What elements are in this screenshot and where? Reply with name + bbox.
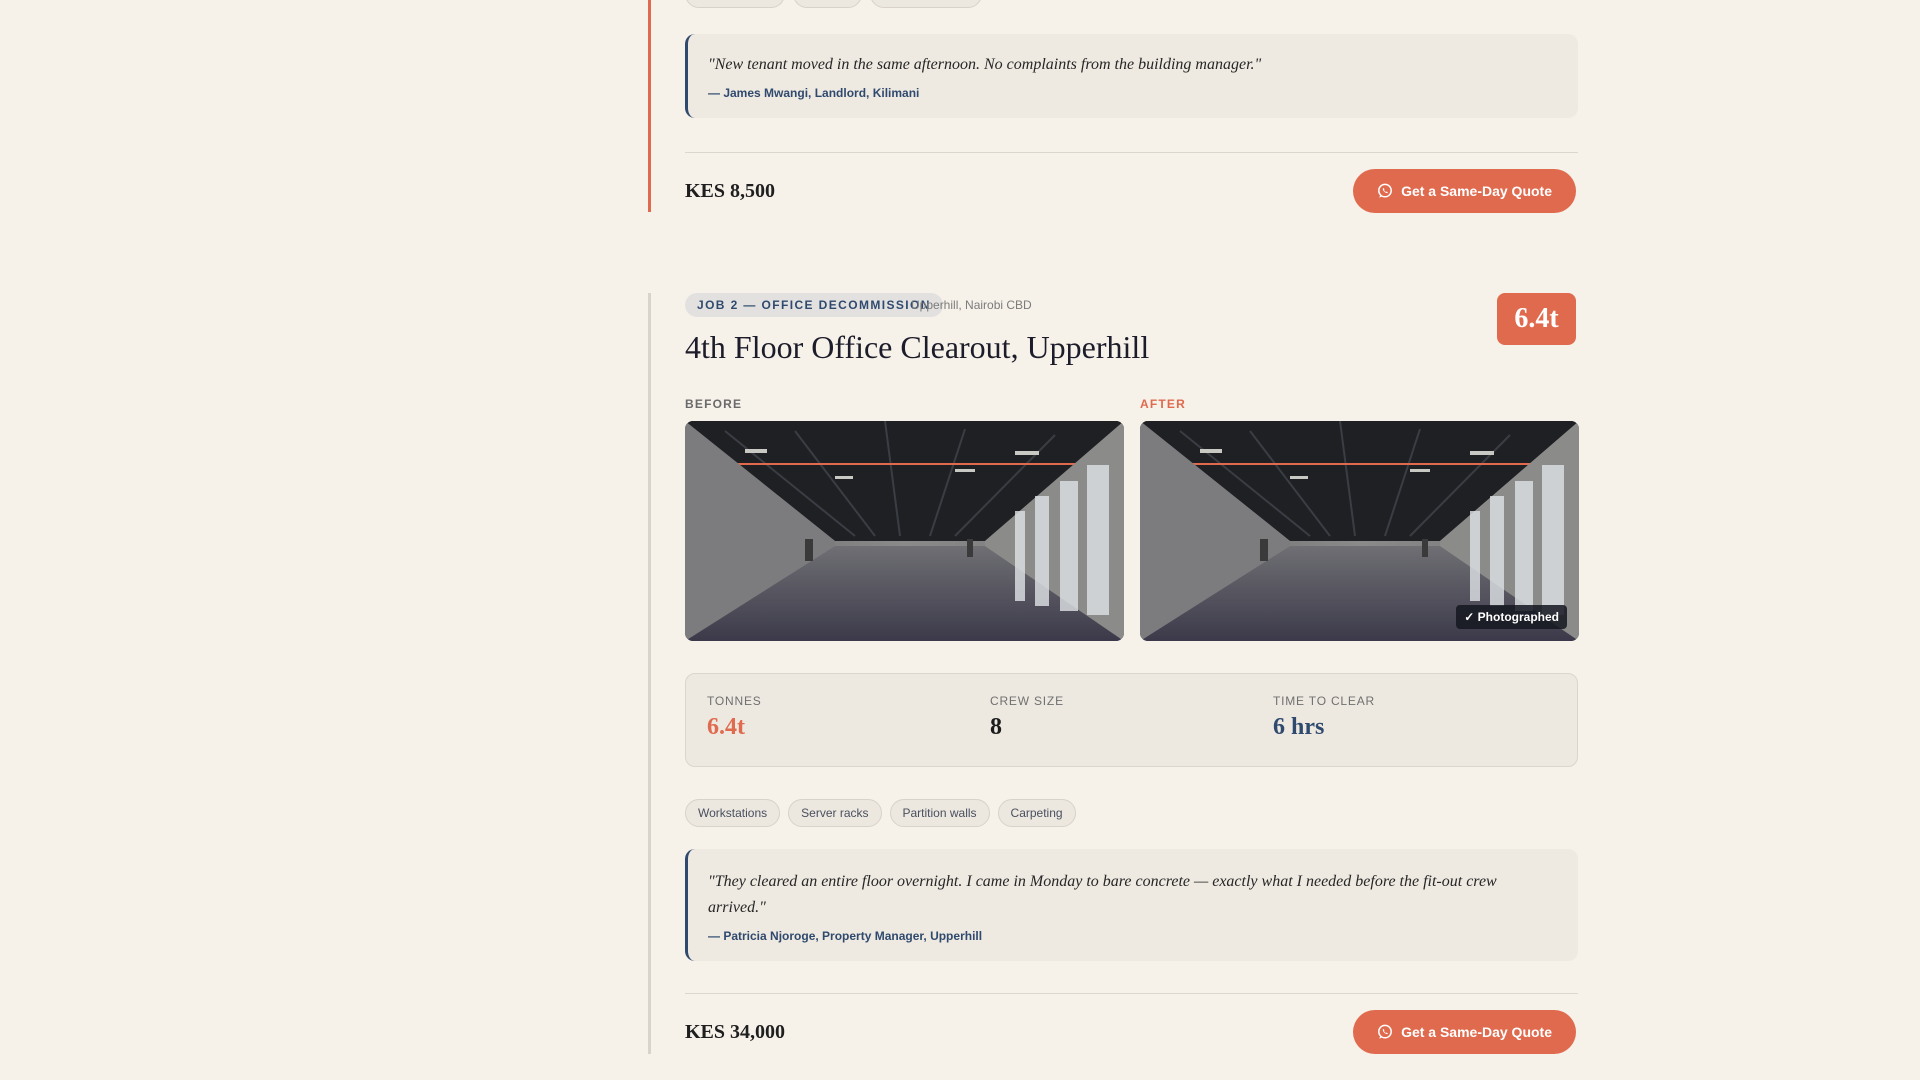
divider xyxy=(685,152,1578,153)
stat-label: CREW SIZE xyxy=(990,694,1064,708)
debris-tag: Workstations xyxy=(685,799,781,827)
stat-value: 6.4t xyxy=(707,714,745,740)
get-quote-label: Get a Same-Day Quote xyxy=(1401,183,1552,199)
job-location: Upperhill, Nairobi CBD xyxy=(911,298,1032,312)
divider xyxy=(685,993,1578,994)
debris-tag: Partition walls xyxy=(889,799,990,827)
stat-crew-size: CREW SIZE 8 xyxy=(990,694,1273,746)
get-quote-label: Get a Same-Day Quote xyxy=(1401,1024,1552,1040)
before-photo xyxy=(685,421,1124,641)
after-photo: ✓ Photographed xyxy=(1140,421,1579,641)
testimonial-quote: "New tenant moved in the same afternoon.… xyxy=(708,56,1262,73)
stat-time-to-clear: TIME TO CLEAR 6 hrs xyxy=(1273,694,1556,746)
stat-value: 6 hrs xyxy=(1273,714,1325,740)
testimonial-author: — James Mwangi, Landlord, Kilimani xyxy=(708,86,920,100)
job-stats: TONNES 6.4t CREW SIZE 8 TIME TO CLEAR 6 … xyxy=(685,673,1578,767)
empty-office-image xyxy=(685,421,1124,641)
tonnage-badge: 6.4t xyxy=(1497,293,1576,345)
debris-tag: Broken furniture xyxy=(870,0,982,8)
get-quote-button[interactable]: Get a Same-Day Quote xyxy=(1353,169,1576,213)
job-price: KES 8,500 xyxy=(685,180,776,202)
testimonial-quote: "They cleared an entire floor overnight.… xyxy=(708,873,1497,916)
photographed-badge: ✓ Photographed xyxy=(1456,605,1567,629)
debris-tags: Plaster rubble Old tiles Broken furnitur… xyxy=(685,0,982,8)
debris-tag: Plaster rubble xyxy=(685,0,786,8)
testimonial-author: — Patricia Njoroge, Property Manager, Up… xyxy=(708,929,983,943)
job-card-2: JOB 2 — OFFICE DECOMMISSION Upperhill, N… xyxy=(648,293,1579,1054)
job-title: 4th Floor Office Clearout, Upperhill xyxy=(685,329,1150,365)
after-label: AFTER xyxy=(1140,397,1186,411)
job-price: KES 34,000 xyxy=(685,1021,786,1043)
page: Plaster rubble Old tiles Broken furnitur… xyxy=(0,0,1920,1080)
debris-tag: Server racks xyxy=(788,799,882,827)
before-label: BEFORE xyxy=(685,397,743,411)
stat-value: 8 xyxy=(990,714,1002,740)
whatsapp-icon xyxy=(1378,1024,1393,1039)
testimonial: "They cleared an entire floor overnight.… xyxy=(685,849,1578,961)
job-category-badge: JOB 2 — OFFICE DECOMMISSION xyxy=(685,293,943,317)
testimonial: "New tenant moved in the same afternoon.… xyxy=(685,34,1578,118)
stat-tonnes: TONNES 6.4t xyxy=(707,694,990,746)
whatsapp-icon xyxy=(1378,183,1393,198)
job-card-previous: Plaster rubble Old tiles Broken furnitur… xyxy=(648,0,1578,213)
get-quote-button[interactable]: Get a Same-Day Quote xyxy=(1353,1010,1576,1054)
stat-label: TIME TO CLEAR xyxy=(1273,694,1375,708)
stat-label: TONNES xyxy=(707,694,762,708)
debris-tag: Old tiles xyxy=(793,0,863,8)
debris-tag: Carpeting xyxy=(997,799,1076,827)
debris-tags: Workstations Server racks Partition wall… xyxy=(685,799,1076,827)
